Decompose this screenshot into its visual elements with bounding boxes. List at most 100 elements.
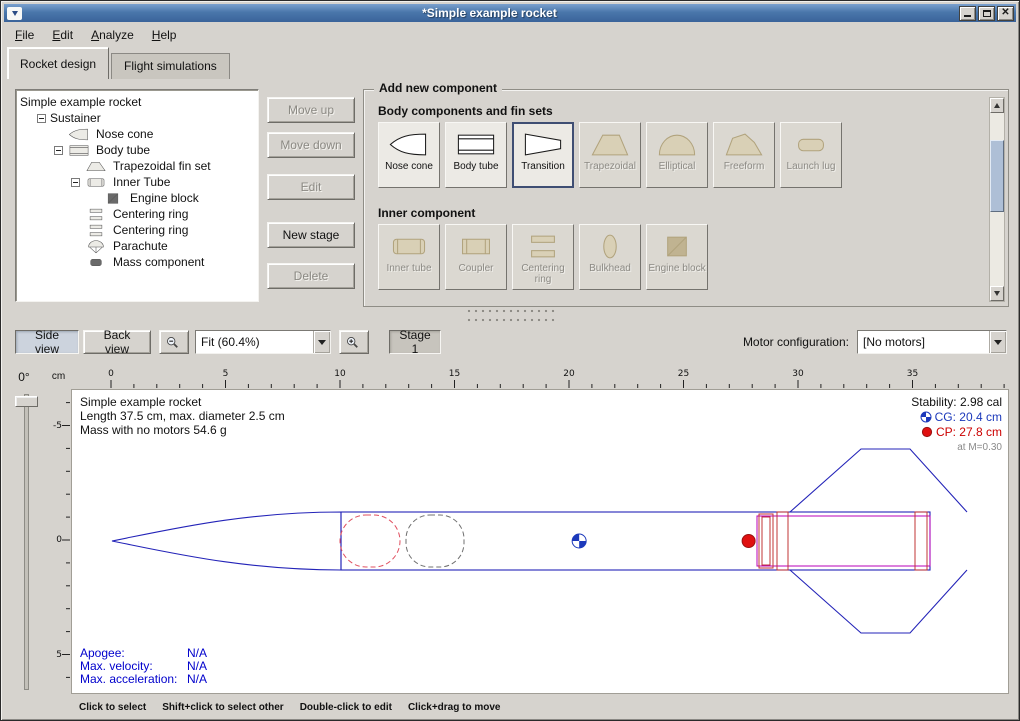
comp-button-label: Transition: [521, 161, 565, 172]
comp-button-label: Nose cone: [385, 161, 433, 172]
cg-marker: [572, 534, 586, 548]
menu-help[interactable]: Help: [143, 24, 186, 46]
groupbox-title: Add new component: [374, 81, 502, 95]
mass-component-shape[interactable]: [406, 515, 464, 567]
tree-item-body-tube[interactable]: Body tube: [16, 142, 258, 158]
cp-marker: [742, 535, 755, 548]
maximize-button[interactable]: [978, 6, 995, 21]
add-freeform-button[interactable]: Freeform: [713, 122, 775, 188]
scroll-down-button[interactable]: [990, 286, 1004, 301]
tree-expander-icon[interactable]: [54, 146, 63, 155]
motor-configuration-select[interactable]: [No motors]: [857, 330, 1007, 354]
zoom-in-button[interactable]: [339, 330, 369, 354]
motor-dropdown-button[interactable]: [989, 331, 1006, 353]
tree-item-nose-cone[interactable]: Nose cone: [16, 126, 258, 142]
add-bulkhead-button[interactable]: Bulkhead: [579, 224, 641, 290]
edit-button[interactable]: Edit: [267, 174, 355, 200]
tab-flight-simulations[interactable]: Flight simulations: [111, 53, 230, 79]
inner-tube-shape[interactable]: [757, 516, 930, 566]
tree-expander-icon[interactable]: [71, 178, 80, 187]
rotation-slider[interactable]: [24, 394, 29, 690]
engine-block-icon: [656, 229, 698, 263]
tree-item-engine-block[interactable]: Engine block: [16, 190, 258, 206]
comp-button-label: Engine block: [648, 263, 705, 274]
tree-item-centering-ring[interactable]: Centering ring: [16, 222, 258, 238]
inner-tube-icon: [388, 229, 430, 263]
window-menu-icon[interactable]: [7, 7, 22, 20]
menu-file[interactable]: File: [6, 24, 43, 46]
comp-button-label: Launch lug: [787, 161, 836, 172]
statusbar: Click to selectShift+click to select oth…: [5, 698, 1015, 716]
v-ruler-label: 0: [46, 535, 62, 545]
side-view-button[interactable]: Side view: [15, 330, 79, 354]
move-down-button[interactable]: Move down: [267, 132, 355, 158]
add-transition-button[interactable]: Transition: [512, 122, 574, 188]
tree-item-simple-example-rocket[interactable]: Simple example rocket: [16, 94, 258, 110]
minimize-button[interactable]: [959, 6, 976, 21]
delete-button[interactable]: Delete: [267, 263, 355, 289]
tab-rocket-design[interactable]: Rocket design: [7, 47, 109, 79]
zoom-dropdown-button[interactable]: [313, 331, 330, 353]
close-button[interactable]: ✕: [997, 6, 1014, 21]
tree-item-label: Simple example rocket: [20, 95, 141, 109]
zoom-value: Fit (60.4%): [196, 331, 313, 353]
tree-item-mass-component[interactable]: Mass component: [16, 254, 258, 270]
menu-edit[interactable]: Edit: [43, 24, 82, 46]
menu-analyze[interactable]: Analyze: [82, 24, 143, 46]
component-panel-scrollbar[interactable]: [989, 97, 1005, 302]
cg-icon: [920, 411, 932, 423]
scrollbar-thumb[interactable]: [990, 140, 1004, 212]
h-ruler-label: 25: [673, 369, 695, 379]
nose-cone-icon: [67, 127, 91, 142]
tree-item-sustainer[interactable]: Sustainer: [16, 110, 258, 126]
component-tree[interactable]: Simple example rocket SustainerNose coneB…: [15, 89, 259, 302]
add-engine-block-button[interactable]: Engine block: [646, 224, 708, 290]
tree-item-label: Sustainer: [50, 111, 101, 125]
stage-1-toggle[interactable]: Stage 1: [389, 330, 441, 354]
titlebar: *Simple example rocket ✕: [4, 4, 1016, 22]
scroll-up-button[interactable]: [990, 98, 1004, 113]
tree-item-trapezoidal-fin-set[interactable]: Trapezoidal fin set: [16, 158, 258, 174]
arrow-down-icon: [994, 291, 1000, 296]
zoom-out-button[interactable]: [159, 330, 189, 354]
flight-info-row: Max. acceleration:N/A: [80, 673, 207, 686]
parachute-shape[interactable]: [340, 515, 400, 567]
centering-ring-fore-shape[interactable]: [777, 512, 788, 570]
motor-configuration-label: Motor configuration:: [743, 335, 849, 349]
add-elliptical-button[interactable]: Elliptical: [646, 122, 708, 188]
rotation-slider-thumb[interactable]: [15, 396, 38, 407]
engine-block-shape[interactable]: [759, 514, 773, 568]
splitter-handle[interactable]: [465, 309, 557, 313]
tree-item-inner-tube[interactable]: Inner Tube: [16, 174, 258, 190]
tree-expander-icon[interactable]: [37, 114, 46, 123]
centering-ring-aft-shape[interactable]: [915, 512, 927, 570]
add-nose-cone-button[interactable]: Nose cone: [378, 122, 440, 188]
tree-item-centering-ring[interactable]: Centering ring: [16, 206, 258, 222]
freeform-icon: [723, 127, 765, 161]
add-inner-tube-button[interactable]: Inner tube: [378, 224, 440, 290]
inner-tube-icon: [84, 175, 108, 190]
fin-upper-shape[interactable]: [790, 449, 967, 512]
new-stage-button[interactable]: New stage: [267, 222, 355, 248]
add-trapezoidal-button[interactable]: Trapezoidal: [579, 122, 641, 188]
back-view-button[interactable]: Back view: [83, 330, 151, 354]
h-ruler-label: 10: [329, 369, 351, 379]
add-launch-lug-button[interactable]: Launch lug: [780, 122, 842, 188]
add-coupler-button[interactable]: Coupler: [445, 224, 507, 290]
add-centering-ring-button[interactable]: Centering ring: [512, 224, 574, 290]
move-up-button[interactable]: Move up: [267, 97, 355, 123]
zoom-select[interactable]: Fit (60.4%): [195, 330, 331, 354]
status-hint: Click+drag to move: [408, 702, 501, 713]
comp-button-label: Freeform: [724, 161, 765, 172]
rocket-canvas[interactable]: Simple example rocket Length 37.5 cm, ma…: [71, 389, 1009, 694]
splitter-handle[interactable]: [465, 318, 557, 322]
status-hint: Click to select: [79, 702, 146, 713]
fin-lower-shape[interactable]: [790, 570, 967, 633]
nose-cone-shape[interactable]: [112, 512, 341, 570]
add-body-tube-button[interactable]: Body tube: [445, 122, 507, 188]
flight-info-value: N/A: [187, 673, 207, 686]
section-label-inner-component: Inner component: [378, 206, 475, 220]
body-tube-shape[interactable]: [341, 512, 930, 570]
trapezoidal-icon: [589, 127, 631, 161]
tree-item-parachute[interactable]: Parachute: [16, 238, 258, 254]
